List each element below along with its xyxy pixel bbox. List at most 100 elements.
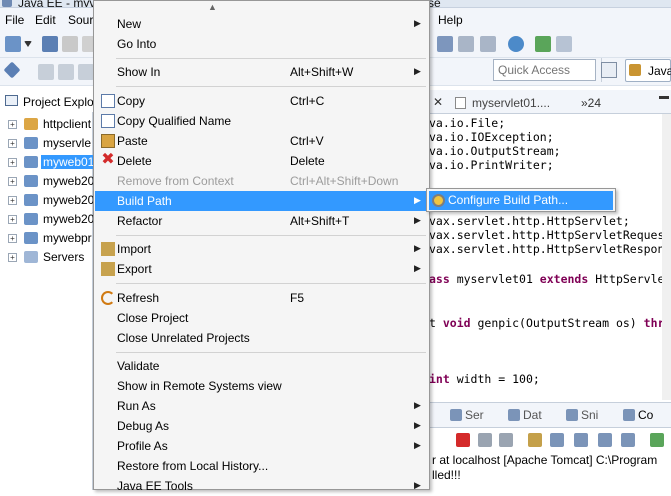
tree-item-httpclient[interactable]: + httpclient xyxy=(0,115,93,134)
tree-item-myweb20-c[interactable]: + myweb20 xyxy=(0,210,94,229)
terminate-icon[interactable] xyxy=(456,433,470,447)
code-line: vax.servlet.http.HttpServletResponse; xyxy=(429,242,671,256)
save-icon[interactable] xyxy=(42,36,58,52)
editor-tab-myservlet01[interactable]: myservlet01.... xyxy=(472,96,550,110)
suspend-icon[interactable] xyxy=(58,64,74,80)
menu-edit[interactable]: Edit xyxy=(35,13,56,27)
run-icon[interactable] xyxy=(535,36,551,52)
expand-icon[interactable]: + xyxy=(8,177,17,186)
menu-item-copy-qualified-name[interactable]: Copy Qualified Name xyxy=(95,111,428,131)
web-project-icon xyxy=(24,213,38,225)
menu-item-label: Show In xyxy=(117,65,161,79)
snippets-icon xyxy=(566,409,578,421)
menu-source[interactable]: Sour xyxy=(68,13,93,27)
tree-item-label: myweb01 xyxy=(41,155,97,169)
menu-item-refresh[interactable]: Refresh F5 xyxy=(95,288,428,308)
new-dropdown-icon[interactable] xyxy=(24,41,32,47)
scroll-lock-icon[interactable] xyxy=(550,433,564,447)
tree-item-myweb01[interactable]: + myweb01 xyxy=(0,153,97,172)
clear-console-icon[interactable] xyxy=(528,433,542,447)
menu-item-close-unrelated-projects[interactable]: Close Unrelated Projects xyxy=(95,328,428,348)
menu-separator xyxy=(116,86,426,87)
menu-item-show-in[interactable]: Show In Alt+Shift+W ▶ xyxy=(95,62,428,82)
menu-item-validate[interactable]: Validate xyxy=(95,356,428,376)
menu-item-show-in-remote-systems[interactable]: Show in Remote Systems view xyxy=(95,376,428,396)
window-title: Java EE - myv xyxy=(18,0,96,8)
menu-item-go-into[interactable]: Go Into xyxy=(95,34,428,54)
java-perspective-button[interactable]: Java xyxy=(625,59,671,82)
menu-item-build-path[interactable]: Build Path ▶ xyxy=(95,191,428,211)
menu-item-label: Close Unrelated Projects xyxy=(117,331,250,345)
menu-item-run-as[interactable]: Run As ▶ xyxy=(95,396,428,416)
tab-console[interactable]: Co xyxy=(623,408,653,422)
toolbar-icon-a[interactable] xyxy=(437,36,453,52)
servers-folder-icon xyxy=(24,251,38,263)
menu-item-label: Build Path xyxy=(117,194,172,208)
menu-item-restore-local-history[interactable]: Restore from Local History... xyxy=(95,456,428,476)
globe-icon[interactable] xyxy=(508,36,524,52)
menu-item-delete[interactable]: ✖ Delete Delete xyxy=(95,151,428,171)
editor-scrollbar[interactable] xyxy=(662,114,671,400)
open-console-icon[interactable] xyxy=(650,433,664,447)
tab-data-label: Dat xyxy=(523,408,542,422)
quick-access-input[interactable] xyxy=(493,59,596,81)
build-path-submenu: Configure Build Path... xyxy=(426,188,616,212)
display-console-icon[interactable] xyxy=(621,433,635,447)
expand-icon[interactable]: + xyxy=(8,234,17,243)
expand-icon[interactable]: + xyxy=(8,158,17,167)
gear-icon xyxy=(432,194,445,207)
scroll-up-icon[interactable]: ▲ xyxy=(208,2,217,12)
toolbar-icon-b[interactable] xyxy=(458,36,474,52)
expand-icon[interactable]: + xyxy=(8,196,17,205)
expand-icon[interactable]: + xyxy=(8,253,17,262)
menu-help[interactable]: Help xyxy=(438,13,463,27)
toolbar-icon-c[interactable] xyxy=(480,36,496,52)
menu-item-copy[interactable]: Copy Ctrl+C xyxy=(95,91,428,111)
tab-servers[interactable]: Ser xyxy=(450,408,484,422)
expand-icon[interactable]: + xyxy=(8,139,17,148)
tree-item-servers[interactable]: + Servers xyxy=(0,248,93,267)
menu-item-debug-as[interactable]: Debug As ▶ xyxy=(95,416,428,436)
menu-item-refactor[interactable]: Refactor Alt+Shift+T ▶ xyxy=(95,211,428,231)
tree-item-myweb20-b[interactable]: + myweb20 xyxy=(0,191,94,210)
tree-item-label: myservle xyxy=(43,136,92,150)
menu-item-shortcut: Ctrl+Alt+Shift+Down xyxy=(290,174,399,188)
menu-item-label: Import xyxy=(117,242,152,256)
tab-data-source[interactable]: Dat xyxy=(508,408,542,422)
close-icon[interactable]: ✕ xyxy=(433,95,443,109)
menu-item-configure-build-path[interactable]: Configure Build Path... xyxy=(429,191,613,210)
code-editor[interactable]: va.io.File; va.io.IOException; va.io.Out… xyxy=(428,114,671,400)
menu-separator xyxy=(116,58,426,59)
menu-item-export[interactable]: Export ▶ xyxy=(95,259,428,279)
terminate-icon[interactable] xyxy=(78,64,94,80)
remove-launch-icon[interactable] xyxy=(478,433,492,447)
menu-file[interactable]: File xyxy=(5,13,24,27)
project-explorer-header: Project Explo xyxy=(0,90,94,112)
minimize-icon[interactable] xyxy=(659,96,669,99)
save-all-icon[interactable] xyxy=(62,36,78,52)
pin-console-icon[interactable] xyxy=(598,433,612,447)
word-wrap-icon[interactable] xyxy=(574,433,588,447)
menu-item-new[interactable]: New ▶ xyxy=(95,14,428,34)
skip-breakpoints-icon[interactable] xyxy=(3,61,21,79)
menu-item-java-ee-tools[interactable]: Java EE Tools ▶ xyxy=(95,476,428,496)
new-icon[interactable] xyxy=(5,36,21,52)
menu-item-paste[interactable]: Paste Ctrl+V xyxy=(95,131,428,151)
remove-all-icon[interactable] xyxy=(499,433,513,447)
tree-item-mywebpr[interactable]: + mywebpr xyxy=(0,229,93,248)
tree-item-myservlet[interactable]: + myservle xyxy=(0,134,93,153)
menu-item-profile-as[interactable]: Profile As ▶ xyxy=(95,436,428,456)
submenu-arrow-icon: ▶ xyxy=(414,263,421,273)
menu-item-close-project[interactable]: Close Project xyxy=(95,308,428,328)
tab-snippets[interactable]: Sni xyxy=(566,408,598,422)
menu-item-import[interactable]: Import ▶ xyxy=(95,239,428,259)
more-tabs-button[interactable]: »24 xyxy=(581,96,601,110)
expand-icon[interactable]: + xyxy=(8,120,17,129)
paste-icon xyxy=(101,134,115,148)
open-perspective-icon[interactable] xyxy=(601,62,617,78)
resume-icon[interactable] xyxy=(38,64,54,80)
toolbar-icon-d[interactable] xyxy=(556,36,572,52)
expand-icon[interactable]: + xyxy=(8,215,17,224)
delete-icon: ✖ xyxy=(101,151,115,168)
tree-item-myweb20-a[interactable]: + myweb20 xyxy=(0,172,94,191)
